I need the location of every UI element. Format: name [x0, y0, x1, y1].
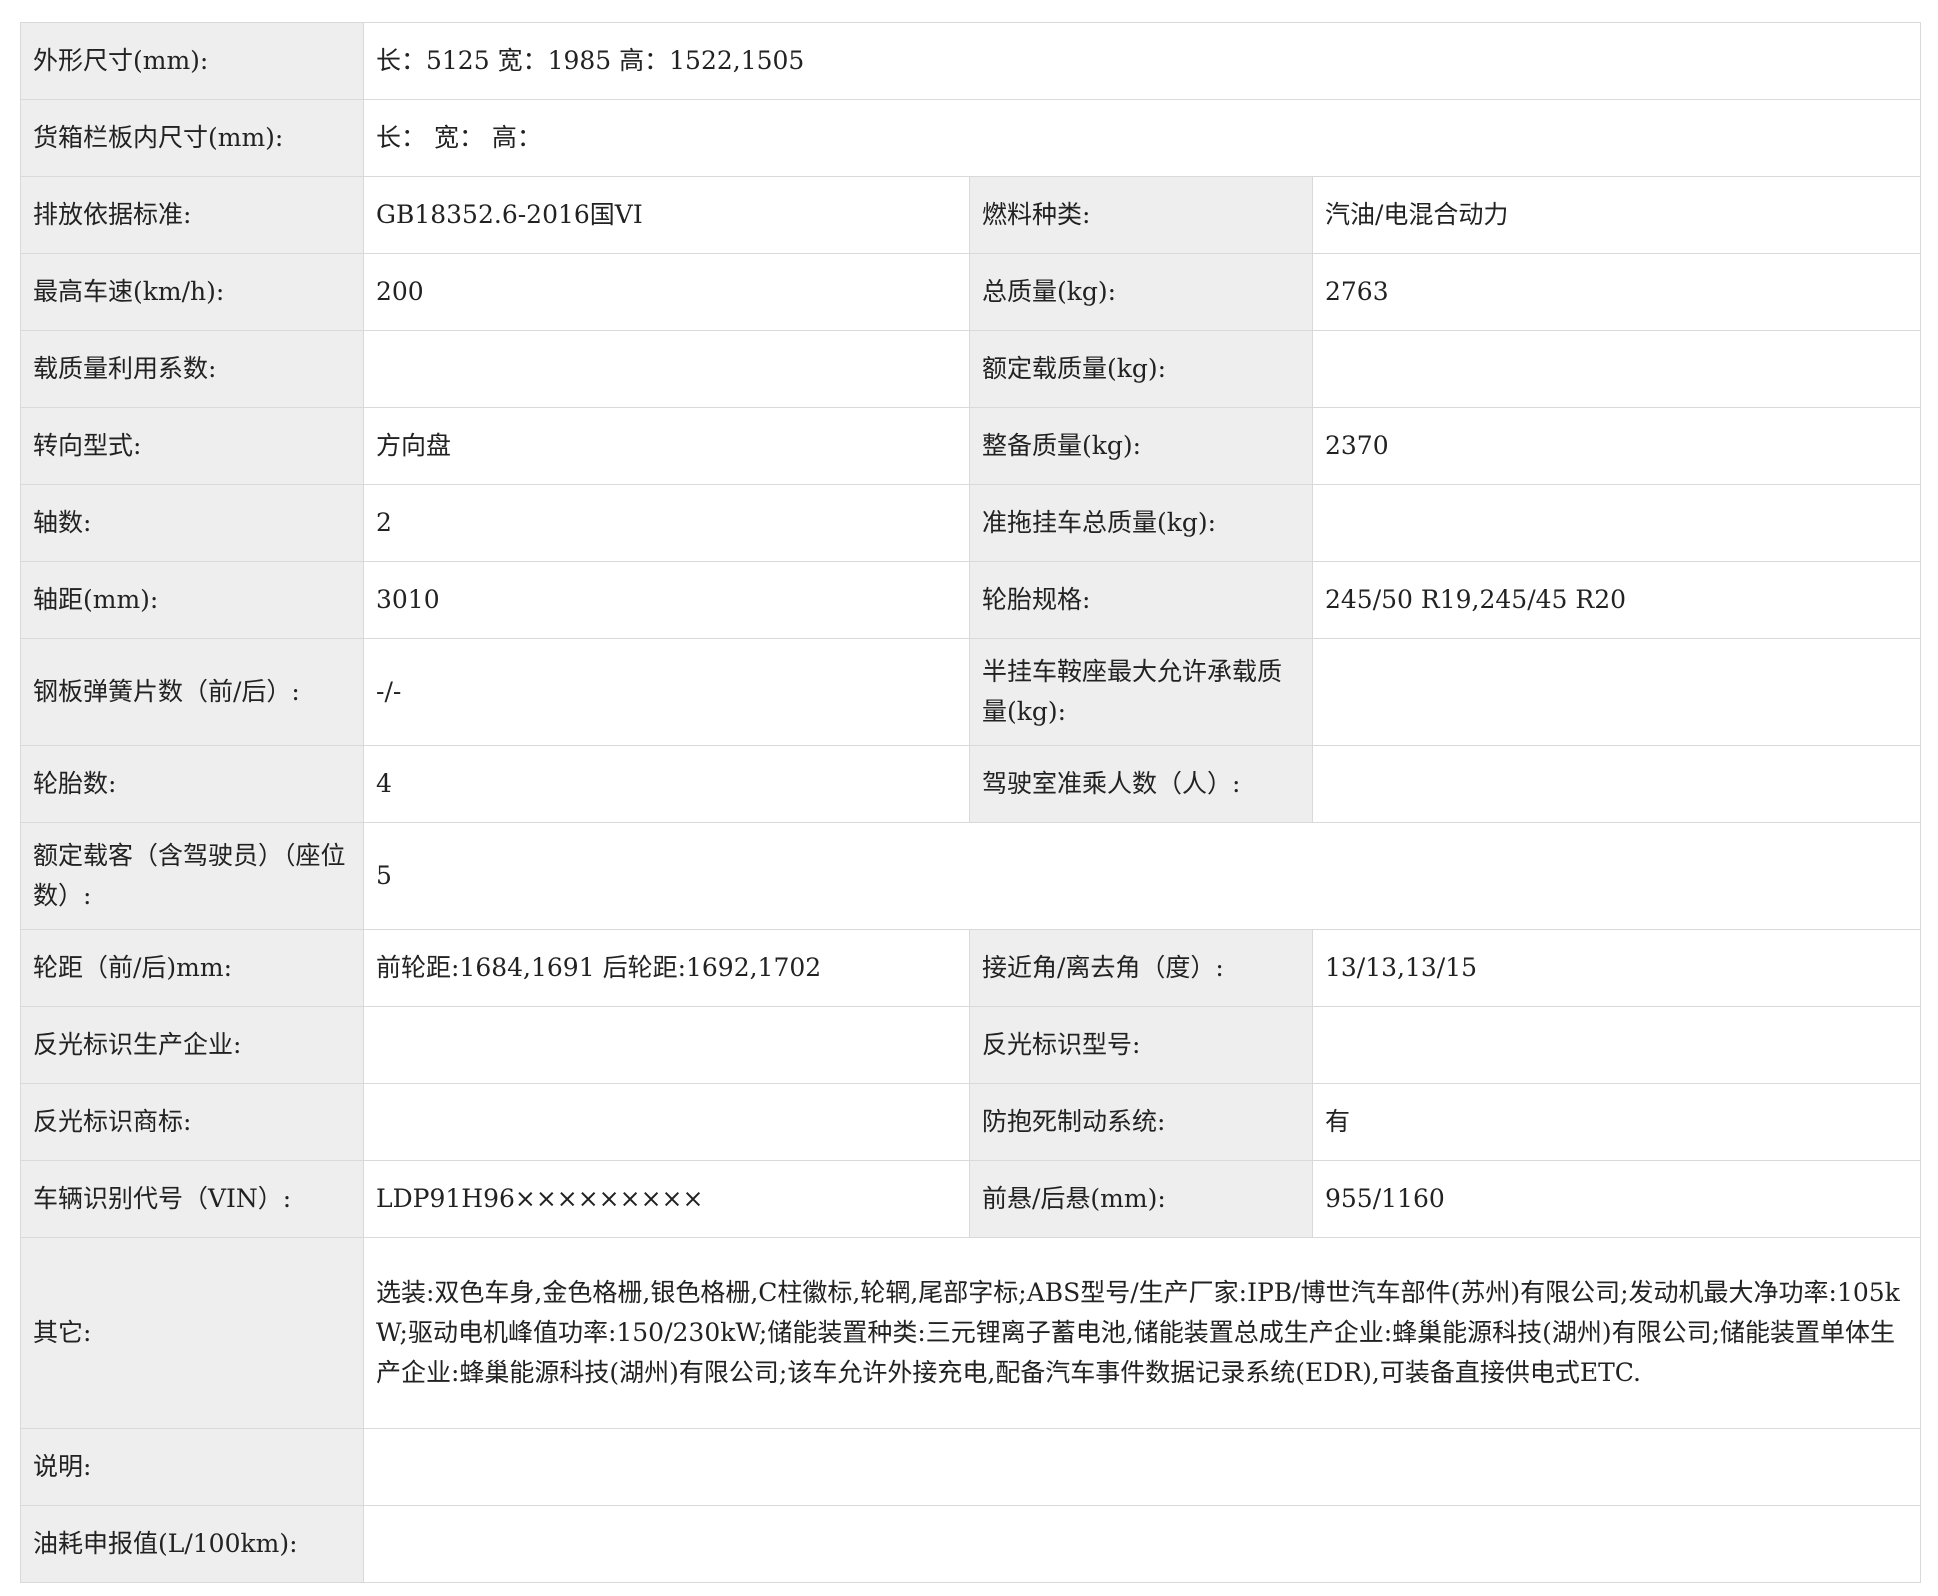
steering-type-value: 方向盘 — [363, 407, 970, 485]
gross-mass-label: 总质量(kg): — [969, 253, 1313, 331]
table-row: 轴距(mm): 3010 轮胎规格: 245/50 R19,245/45 R20 — [20, 561, 1922, 639]
cargo-box-size-label: 货箱栏板内尺寸(mm): — [20, 99, 364, 177]
table-row: 转向型式: 方向盘 整备质量(kg): 2370 — [20, 407, 1922, 485]
tire-spec-value: 245/50 R19,245/45 R20 — [1311, 561, 1922, 639]
max-speed-label: 最高车速(km/h): — [20, 253, 364, 331]
tire-spec-label: 轮胎规格: — [969, 561, 1313, 639]
leaf-spring-value: -/- — [363, 638, 970, 746]
abs-label: 防抱死制动系统: — [969, 1083, 1313, 1161]
wheelbase-label: 轴距(mm): — [20, 561, 364, 639]
table-row: 其它: 选装:双色车身,金色格栅,银色格栅,C柱徽标,轮辋,尾部字标;ABS型号… — [20, 1237, 1922, 1429]
table-row: 说明: — [20, 1428, 1922, 1506]
table-row: 外形尺寸(mm): 长：5125 宽：1985 高：1522,1505 — [20, 22, 1922, 100]
fuel-consumption-value — [362, 1505, 1922, 1583]
rated-load-value — [1311, 330, 1922, 408]
axle-count-label: 轴数: — [20, 484, 364, 562]
load-factor-label: 载质量利用系数: — [20, 330, 364, 408]
trailer-mass-label: 准拖挂车总质量(kg): — [969, 484, 1313, 562]
reflector-brand-value — [363, 1083, 970, 1161]
approach-departure-angle-label: 接近角/离去角（度）: — [969, 929, 1313, 1007]
cargo-box-size-value: 长： 宽： 高： — [362, 99, 1922, 177]
table-row: 钢板弹簧片数（前/后）: -/- 半挂车鞍座最大允许承载质量(kg): — [20, 638, 1922, 746]
rated-passengers-value: 5 — [362, 822, 1922, 930]
table-row: 货箱栏板内尺寸(mm): 长： 宽： 高： — [20, 99, 1922, 177]
leaf-spring-label: 钢板弹簧片数（前/后）: — [20, 638, 364, 746]
saddle-load-value — [1311, 638, 1922, 746]
curb-mass-label: 整备质量(kg): — [969, 407, 1313, 485]
table-row: 轴数: 2 准拖挂车总质量(kg): — [20, 484, 1922, 562]
track-width-label: 轮距（前/后)mm: — [20, 929, 364, 1007]
vin-label: 车辆识别代号（VIN）: — [20, 1160, 364, 1238]
dimensions-label: 外形尺寸(mm): — [20, 22, 364, 100]
approach-departure-angle-value: 13/13,13/15 — [1311, 929, 1922, 1007]
axle-count-value: 2 — [363, 484, 970, 562]
table-row: 轮距（前/后)mm: 前轮距:1684,1691 后轮距:1692,1702 接… — [20, 929, 1922, 1007]
gross-mass-value: 2763 — [1311, 253, 1922, 331]
table-row: 额定载客（含驾驶员）（座位数）: 5 — [20, 822, 1922, 930]
tire-count-value: 4 — [363, 745, 970, 823]
abs-value: 有 — [1311, 1083, 1922, 1161]
reflector-maker-value — [363, 1006, 970, 1084]
max-speed-value: 200 — [363, 253, 970, 331]
rated-load-label: 额定载质量(kg): — [969, 330, 1313, 408]
notes-value — [362, 1428, 1922, 1506]
wheelbase-value: 3010 — [363, 561, 970, 639]
notes-label: 说明: — [20, 1428, 364, 1506]
tire-count-label: 轮胎数: — [20, 745, 364, 823]
saddle-load-label: 半挂车鞍座最大允许承载质量(kg): — [969, 638, 1313, 746]
emission-standard-label: 排放依据标准: — [20, 176, 364, 254]
table-row: 油耗申报值(L/100km): — [20, 1505, 1922, 1583]
overhang-label: 前悬/后悬(mm): — [969, 1160, 1313, 1238]
dimensions-value: 长：5125 宽：1985 高：1522,1505 — [362, 22, 1922, 100]
other-label: 其它: — [20, 1237, 364, 1429]
vehicle-spec-table: 外形尺寸(mm): 长：5125 宽：1985 高：1522,1505 货箱栏板… — [20, 22, 1922, 1583]
curb-mass-value: 2370 — [1311, 407, 1922, 485]
cab-capacity-label: 驾驶室准乘人数（人）: — [969, 745, 1313, 823]
table-row: 反光标识商标: 防抱死制动系统: 有 — [20, 1083, 1922, 1161]
table-row: 最高车速(km/h): 200 总质量(kg): 2763 — [20, 253, 1922, 331]
reflector-brand-label: 反光标识商标: — [20, 1083, 364, 1161]
reflector-maker-label: 反光标识生产企业: — [20, 1006, 364, 1084]
load-factor-value — [363, 330, 970, 408]
steering-type-label: 转向型式: — [20, 407, 364, 485]
emission-standard-value: GB18352.6-2016国VI — [363, 176, 970, 254]
reflector-model-label: 反光标识型号: — [969, 1006, 1313, 1084]
fuel-consumption-label: 油耗申报值(L/100km): — [20, 1505, 364, 1583]
fuel-type-label: 燃料种类: — [969, 176, 1313, 254]
table-row: 轮胎数: 4 驾驶室准乘人数（人）: — [20, 745, 1922, 823]
table-row: 排放依据标准: GB18352.6-2016国VI 燃料种类: 汽油/电混合动力 — [20, 176, 1922, 254]
rated-passengers-label: 额定载客（含驾驶员）（座位数）: — [20, 822, 364, 930]
table-row: 载质量利用系数: 额定载质量(kg): — [20, 330, 1922, 408]
other-value: 选装:双色车身,金色格栅,银色格栅,C柱徽标,轮辋,尾部字标;ABS型号/生产厂… — [362, 1237, 1922, 1429]
vin-value: LDP91H96××××××××× — [363, 1160, 970, 1238]
table-row: 反光标识生产企业: 反光标识型号: — [20, 1006, 1922, 1084]
trailer-mass-value — [1311, 484, 1922, 562]
table-row: 车辆识别代号（VIN）: LDP91H96××××××××× 前悬/后悬(mm)… — [20, 1160, 1922, 1238]
fuel-type-value: 汽油/电混合动力 — [1311, 176, 1922, 254]
overhang-value: 955/1160 — [1311, 1160, 1922, 1238]
reflector-model-value — [1311, 1006, 1922, 1084]
track-width-value: 前轮距:1684,1691 后轮距:1692,1702 — [363, 929, 970, 1007]
cab-capacity-value — [1311, 745, 1922, 823]
